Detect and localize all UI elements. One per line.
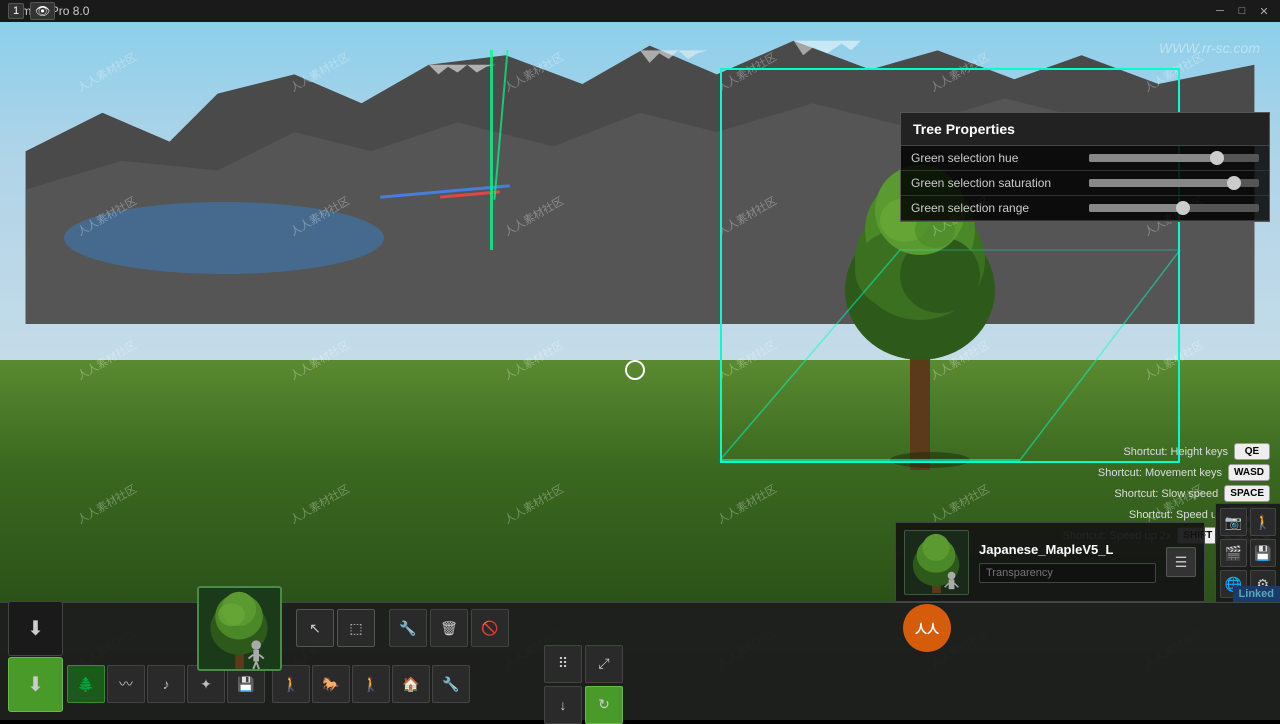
transparency-input[interactable] [979,563,1156,583]
restore-button[interactable]: □ [1234,3,1250,19]
range-slider[interactable] [1089,204,1259,212]
bottom-toolbar: ⬇ ↖ ⬚ [0,602,1280,720]
shortcut-movement: Shortcut: Movement keys WASD [1063,464,1270,481]
no-button[interactable]: 🚫 [471,609,509,647]
category-animals-button[interactable]: 🐎 [312,665,350,703]
hue-label: Green selection hue [911,151,1081,165]
linked-badge: Linked [1233,586,1280,602]
rc-row-1: 📷 🚶 [1220,508,1276,536]
shortcut-slow-label: Shortcut: Slow speed [1114,488,1218,500]
titlebar: Lumion Pro 8.0 1 👁 ─ □ ✕ [0,0,1280,22]
shortcut-movement-label: Shortcut: Movement keys [1098,467,1222,479]
object-name: Japanese_MapleV5_L [979,542,1156,557]
saturation-label: Green selection saturation [911,176,1081,190]
category-roads-button[interactable]: 〰 [107,665,145,703]
category-people-button[interactable]: 🚶 [272,665,310,703]
panel-row-saturation: Green selection saturation [901,171,1269,196]
shortcut-slow-key: SPACE [1224,485,1270,502]
eye-button[interactable]: 👁 [30,2,55,20]
move-down-button[interactable]: ↓ [544,686,582,724]
panel-row-range: Green selection range [901,196,1269,221]
hue-slider[interactable] [1089,154,1259,162]
panel-title: Tree Properties [901,113,1269,146]
camera-button[interactable]: 📷 [1220,508,1247,536]
shortcut-height-key: QE [1234,443,1270,460]
properties-button[interactable]: 🔧 [389,609,427,647]
walk-mode-button[interactable]: 🚶 [1250,508,1277,536]
minimize-button[interactable]: ─ [1212,3,1228,19]
place-active-button[interactable]: ⬇ [8,657,63,712]
category-walker-button[interactable]: 🚶 [352,665,390,703]
selector-tools: ↖ ⬚ [296,609,375,647]
category-save-button[interactable]: 💾 [227,665,265,703]
close-button[interactable]: ✕ [1256,3,1272,19]
window-controls: ─ □ ✕ [1212,3,1272,19]
selected-tree-thumbnail[interactable] [197,586,282,671]
category-tools-button[interactable]: 🔧 [432,665,470,703]
panel-row-hue: Green selection hue [901,146,1269,171]
category-icons: 🌲 〰 ♪ ✦ 💾 [67,665,265,703]
range-label: Green selection range [911,201,1081,215]
box-select-button[interactable]: ⬚ [337,609,375,647]
camera-number: 1 [8,3,24,19]
category-icons-2: 🚶 🐎 🚶 🏠 🔧 [272,665,470,703]
expand-button[interactable]: ⤢ [585,645,623,683]
saturation-slider[interactable] [1089,179,1259,187]
category-effects-button[interactable]: ✦ [187,665,225,703]
tool-row-bottom: ⬇ 🌲 〰 ♪ ✦ 💾 🚶 🐎 🚶 🏠 🔧 ⠿ ⤢ ↓ ↻ [0,653,1280,715]
tool-row-top: ⬇ ↖ ⬚ [0,603,1280,653]
shortcut-height: Shortcut: Height keys QE [1063,443,1270,460]
lumion-logo-area: 人人 [902,603,952,653]
object-info-panel: Japanese_MapleV5_L ☰ [895,522,1205,602]
object-settings-button[interactable]: ☰ [1166,547,1196,577]
scatter-button[interactable]: ⠿ [544,645,582,683]
placement-action-buttons: ⠿ ⤢ ↓ ↻ [544,645,623,724]
object-info-right: Japanese_MapleV5_L [979,542,1156,583]
save-scene-button[interactable]: 💾 [1250,539,1277,567]
movie-button[interactable]: 🎬 [1220,539,1247,567]
object-thumbnail [904,530,969,595]
tree-properties-panel: Tree Properties Green selection hue Gree… [900,112,1270,222]
category-sound-button[interactable]: ♪ [147,665,185,703]
water-area [64,202,384,274]
download-button[interactable]: ⬇ [8,601,63,656]
shortcut-speedup-label: Shortcut: Speed up [1129,509,1223,521]
camera-pole-1 [490,50,493,250]
shortcut-movement-key: WASD [1228,464,1270,481]
pointer-select-button[interactable]: ↖ [296,609,334,647]
shortcut-height-label: Shortcut: Height keys [1123,446,1228,458]
rc-row-2: 🎬 💾 [1220,539,1276,567]
category-trees-button[interactable]: 🌲 [67,665,105,703]
svg-text:人人: 人人 [915,621,940,636]
shortcut-slow: Shortcut: Slow speed SPACE [1063,485,1270,502]
category-buildings-button[interactable]: 🏠 [392,665,430,703]
edit-tools: 🔧 🗑 🚫 [389,609,509,647]
rotate-button[interactable]: ↻ [585,686,623,724]
delete-button[interactable]: 🗑 [430,609,468,647]
